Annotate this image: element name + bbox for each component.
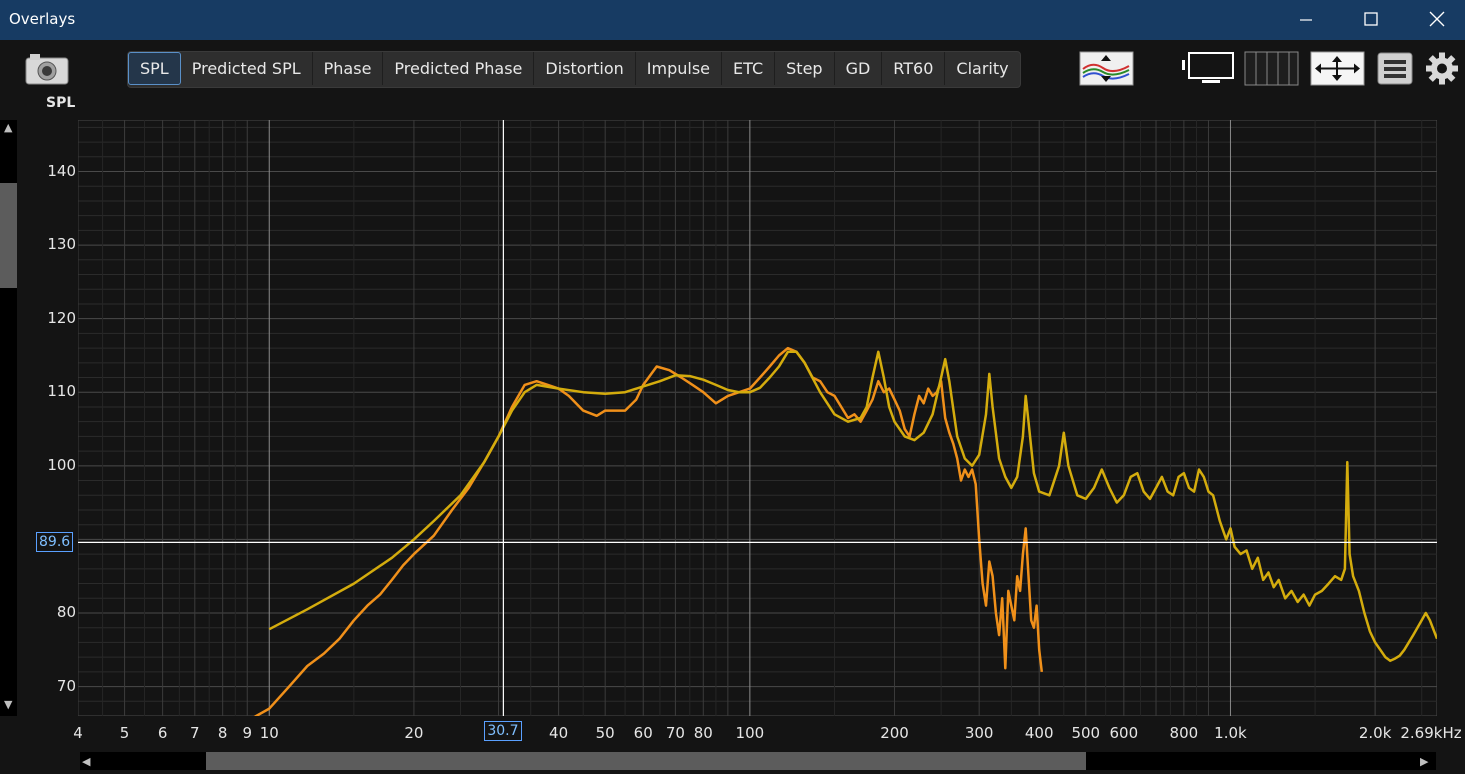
- vertical-scrollbar[interactable]: [0, 120, 17, 716]
- columns-button[interactable]: [1244, 51, 1299, 86]
- minimize-button[interactable]: [1283, 0, 1329, 40]
- x-tick-label: 300: [964, 724, 994, 742]
- monitor-icon: [1182, 52, 1234, 83]
- y-tick-label: 130: [47, 235, 76, 254]
- camera-icon: [25, 54, 69, 85]
- x-tick-label: 20: [404, 724, 424, 742]
- x-tick-label: 50: [595, 724, 615, 742]
- trace-arrange-icon: [1079, 51, 1134, 86]
- x-tick-label: 60: [633, 724, 653, 742]
- x-tick-label: 80: [693, 724, 713, 742]
- horizontal-scrollbar[interactable]: [80, 752, 1436, 770]
- fit-arrows-icon: [1310, 51, 1365, 86]
- scroll-left-arrow[interactable]: ◀: [82, 755, 90, 768]
- x-tick-label: 5: [119, 724, 130, 742]
- spl-plot-area[interactable]: [78, 120, 1437, 716]
- title-bar: Overlays: [0, 0, 1465, 40]
- x-tick-label: 40: [549, 724, 569, 742]
- x-tick-label: 2.69kHz: [1400, 724, 1462, 742]
- tab-step[interactable]: Step: [775, 52, 835, 85]
- controls-button[interactable]: [1079, 51, 1134, 86]
- x-tick-label: 500: [1071, 724, 1101, 742]
- x-tick-label: 6: [157, 724, 168, 742]
- tab-distortion[interactable]: Distortion: [534, 52, 636, 85]
- scroll-right-arrow[interactable]: ▶: [1420, 755, 1428, 768]
- minimize-icon: [1300, 19, 1312, 21]
- fit-view-button[interactable]: [1310, 51, 1365, 86]
- y-tick-label: 140: [47, 161, 76, 180]
- columns-icon: [1244, 51, 1299, 86]
- y-tick-label: 80: [56, 602, 76, 621]
- legend-button[interactable]: [1377, 51, 1413, 86]
- plot-background: [78, 120, 1437, 716]
- x-tick-label: 1.0k: [1214, 724, 1247, 742]
- x-tick-label: 200: [880, 724, 909, 742]
- y-tick-label: 70: [56, 676, 76, 695]
- tab-spl[interactable]: SPL: [128, 52, 181, 85]
- tab-phase[interactable]: Phase: [313, 52, 384, 85]
- snapshot-button[interactable]: [24, 52, 70, 86]
- scroll-up-arrow[interactable]: ▲: [4, 121, 12, 134]
- gear-icon: [1426, 52, 1458, 85]
- x-tick-label: 70: [665, 724, 685, 742]
- panel-label: SPL: [46, 95, 76, 111]
- x-tick-label: 9: [242, 724, 253, 742]
- cursor-y-readout: 89.6: [36, 532, 74, 553]
- y-tick-label: 100: [47, 455, 76, 474]
- x-tick-label: 100: [735, 724, 765, 742]
- maximize-button[interactable]: [1348, 0, 1394, 40]
- y-tick-label: 120: [47, 308, 76, 327]
- y-tick-label: 110: [47, 382, 76, 401]
- monitor-button[interactable]: [1180, 51, 1235, 86]
- x-tick-label: 800: [1169, 724, 1199, 742]
- scroll-down-arrow[interactable]: ▼: [4, 698, 12, 711]
- cursor-x-readout: 30.7: [484, 721, 522, 741]
- x-tick-label: 7: [190, 724, 200, 742]
- tab-etc[interactable]: ETC: [722, 52, 776, 85]
- vertical-scroll-thumb[interactable]: [0, 183, 17, 288]
- tab-impulse[interactable]: Impulse: [636, 52, 723, 85]
- close-button[interactable]: [1414, 0, 1460, 40]
- maximize-icon: [1364, 12, 1378, 26]
- legend-icon: [1377, 52, 1413, 85]
- x-tick-label: 400: [1024, 724, 1054, 742]
- graph-tabs: SPL Predicted SPL Phase Predicted Phase Dist…: [127, 51, 1021, 88]
- x-tick-label: 8: [217, 724, 228, 742]
- close-icon: [1429, 11, 1445, 27]
- x-tick-label: 2.0k: [1358, 724, 1392, 742]
- tab-rt60[interactable]: RT60: [882, 52, 946, 85]
- x-tick-label: 4: [73, 724, 83, 742]
- x-tick-label: 10: [259, 724, 279, 742]
- tab-gd[interactable]: GD: [835, 52, 883, 85]
- tab-predicted-spl[interactable]: Predicted SPL: [181, 52, 313, 85]
- window-title: Overlays: [9, 10, 76, 28]
- settings-button[interactable]: [1424, 51, 1460, 86]
- tab-clarity[interactable]: Clarity: [945, 52, 1019, 85]
- tab-predicted-phase[interactable]: Predicted Phase: [383, 52, 535, 85]
- horizontal-scroll-thumb[interactable]: [206, 752, 1086, 770]
- x-tick-label: 600: [1109, 724, 1139, 742]
